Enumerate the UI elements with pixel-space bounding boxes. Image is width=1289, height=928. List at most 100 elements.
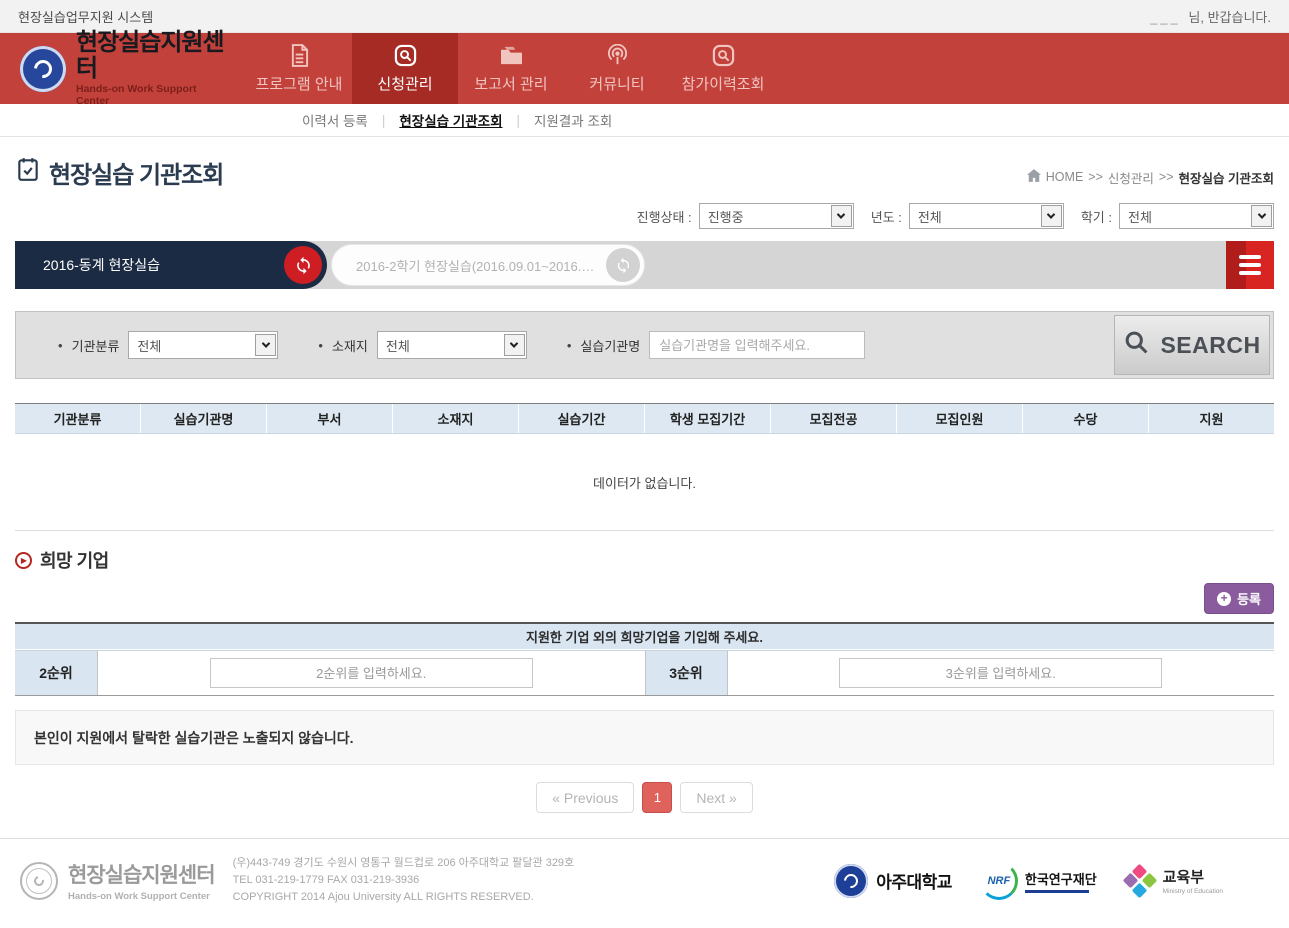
nrf-logo: NRF 한국연구재단 [980,862,1097,900]
search-button[interactable]: SEARCH [1114,315,1270,375]
chevron-down-icon[interactable] [504,334,525,356]
main-header: 현장실습지원센터 Hands-on Work Support Center 프로… [0,33,1289,104]
org-type-label: 기관분류 [72,336,120,355]
region-label: 소재지 [332,336,368,355]
user-name-masked: ___ [1150,10,1181,25]
broadcast-icon [606,44,629,68]
org-name-input[interactable] [649,331,865,359]
search-panel: 기관분류 전체 소재지 전체 실습기관명 SEARCH [15,311,1274,379]
nav-item-community[interactable]: 커뮤니티 [564,33,670,104]
brand-subtitle: Hands-on Work Support Center [76,83,232,107]
footer-tel-fax: TEL 031-219-1779 FAX 031-219-3936 [233,872,575,889]
main-nav: 프로그램 안내 신청관리 보고서 관리 커뮤니티 참가이력조회 [246,33,776,104]
wish-section-header: 희망 기업 [15,547,1274,573]
subnav-item-resume[interactable]: 이력서 등록 [302,110,368,130]
rank3-cell [728,651,1275,695]
breadcrumb-home[interactable]: HOME [1046,170,1084,184]
magnifier-icon [1123,329,1150,362]
sub-nav: 이력서 등록 | 현장실습 기관조회 | 지원결과 조회 [0,104,1289,137]
table-header-row: 기관분류 실습기관명 부서 소재지 실습기간 학생 모집기간 모집전공 모집인원… [15,403,1274,434]
subnav-item-application-result[interactable]: 지원결과 조회 [534,110,612,130]
results-table: 기관분류 실습기관명 부서 소재지 실습기간 학생 모집기간 모집전공 모집인원… [15,403,1274,531]
wish-table: 지원한 기업 외의 희망기업을 기입해 주세요. 2순위 3순위 [15,622,1274,696]
status-select[interactable]: 진행중 [699,203,854,229]
footer-emblem-icon [20,862,58,900]
ministry-of-education-logo: 교육부 Ministry of Education [1125,866,1223,896]
ajou-university-logo: 아주대학교 [834,864,952,898]
play-circle-icon [15,552,32,569]
brand-title: 현장실습지원센터 [76,30,232,80]
plus-circle-icon: + [1217,592,1231,606]
nav-item-report-management[interactable]: 보고서 관리 [458,33,564,104]
footer-address: (우)443-749 경기도 수원시 영통구 월드컵로 206 아주대학교 팔달… [233,855,575,872]
wish-row: 2순위 3순위 [15,650,1274,695]
program-tab-bar: 2016-동계 현장실습 2016-2학기 현장실습(2016.09.01~20… [15,241,1274,289]
column-header: 모집인원 [897,404,1023,433]
breadcrumb-mid[interactable]: 신청관리 [1108,168,1154,187]
moe-label: 교육부 [1163,866,1223,887]
term-filter-label: 학기 : [1081,207,1112,226]
ajou-label: 아주대학교 [876,868,952,893]
program-tab-active[interactable]: 2016-동계 현장실습 [15,241,327,289]
brand-logo[interactable]: 현장실습지원센터 Hands-on Work Support Center [0,33,232,104]
folder-icon [499,44,524,68]
hamburger-icon [1239,255,1261,259]
nav-item-participation-history[interactable]: 참가이력조회 [670,33,776,104]
rank2-label: 2순위 [15,651,98,695]
region-field: 소재지 전체 [318,331,526,359]
hamburger-menu-button[interactable] [1226,241,1274,289]
column-header: 모집전공 [771,404,897,433]
column-header: 실습기간 [519,404,645,433]
wish-banner: 지원한 기업 외의 희망기업을 기입해 주세요. [15,624,1274,650]
breadcrumb-current: 현장실습 기관조회 [1179,168,1274,187]
subnav-item-org-search[interactable]: 현장실습 기관조회 [399,110,502,130]
user-greeting: ___ 님, 반갑습니다. [1150,7,1271,26]
nav-label: 커뮤니티 [589,73,644,94]
column-header: 실습기관명 [141,404,267,433]
pagination: « Previous 1 Next » [15,782,1274,813]
column-header: 학생 모집기간 [645,404,771,433]
nrf-emblem-icon: NRF [980,862,1018,900]
org-name-label: 실습기관명 [580,336,640,355]
footer-address-block: (우)443-749 경기도 수원시 영통구 월드컵로 206 아주대학교 팔달… [233,855,575,906]
org-name-field: 실습기관명 [567,331,865,359]
partner-logos: 아주대학교 NRF 한국연구재단 교육부 Ministry of Educati… [834,862,1223,900]
moe-sublabel: Ministry of Education [1163,888,1223,895]
search-square-icon [394,44,417,68]
nav-item-program-guide[interactable]: 프로그램 안내 [246,33,352,104]
ajou-emblem-icon [834,864,868,898]
year-select[interactable]: 전체 [909,203,1064,229]
home-icon [1027,169,1041,185]
org-type-select[interactable]: 전체 [128,331,278,359]
term-select[interactable]: 전체 [1119,203,1274,229]
footer-brand: 현장실습지원센터 Hands-on Work Support Center [20,859,215,902]
current-page-button[interactable]: 1 [642,782,672,813]
search-square-icon [712,44,735,68]
nav-item-application-management[interactable]: 신청관리 [352,33,458,104]
status-filter-label: 진행상태 : [637,207,692,226]
chevron-down-icon[interactable] [831,205,852,227]
chevron-down-icon[interactable] [1041,205,1062,227]
subnav-separator: | [382,113,386,128]
nav-label: 프로그램 안내 [256,73,343,94]
program-tab-inactive[interactable]: 2016-2학기 현장실습(2016.09.01~2016.… [331,244,645,286]
next-page-button[interactable]: Next » [680,782,752,813]
sync-icon[interactable] [284,246,322,284]
chevron-down-icon[interactable] [1251,205,1272,227]
breadcrumb: HOME >> 신청관리 >> 현장실습 기관조회 [1027,168,1274,187]
sync-icon[interactable] [606,248,640,282]
rank3-label: 3순위 [645,651,728,695]
previous-page-button[interactable]: « Previous [536,782,634,813]
chevron-down-icon[interactable] [255,334,276,356]
register-button[interactable]: + 등록 [1204,583,1274,614]
rank3-input[interactable] [839,658,1162,688]
rank2-cell [98,651,645,695]
region-select[interactable]: 전체 [377,331,527,359]
column-header: 소재지 [393,404,519,433]
column-header: 부서 [267,404,393,433]
subnav-separator: | [517,113,521,128]
nrf-label: 한국연구재단 [1025,869,1097,893]
moe-pinwheel-icon [1125,866,1155,896]
rank2-input[interactable] [210,658,533,688]
clipboard-check-icon [15,156,41,189]
